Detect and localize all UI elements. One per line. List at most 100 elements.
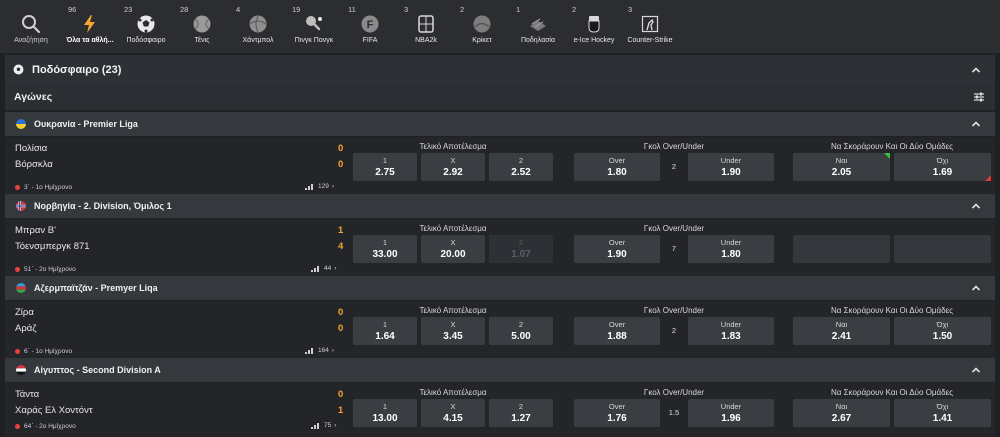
home-score: 0 — [338, 143, 344, 154]
chevron-up-icon[interactable] — [971, 365, 981, 375]
sport-tab-all[interactable]: 96 Όλα τα αθλή... — [62, 0, 118, 53]
sport-tab-tennis[interactable]: 28 Τένις — [174, 0, 230, 53]
odd-button-yes[interactable]: Ναι 2.67 — [793, 399, 890, 427]
away-team[interactable]: Χαράς Ελ Χοντόντ — [15, 405, 93, 416]
sport-count: 96 — [68, 5, 77, 14]
chevron-up-icon[interactable] — [971, 119, 981, 129]
sport-tab-nba2k[interactable]: 3 NBA2k — [398, 0, 454, 53]
odd-button-away[interactable]: 2 5.00 — [489, 317, 553, 345]
odd-key: 2 — [518, 156, 524, 165]
away-team[interactable]: Τόενσμπεργκ 871 — [15, 241, 90, 252]
odd-button-under[interactable]: Under 1.90 — [688, 153, 774, 181]
sport-label: Τένις — [194, 37, 210, 44]
filter-icon[interactable] — [973, 91, 985, 103]
match-row[interactable]: Πολίσια Βόρσκλα 0 0 3΄ - 1ο Ημίχρονο 129… — [5, 137, 995, 195]
away-team[interactable]: Αράζ — [15, 323, 36, 334]
odd-button-away[interactable]: 2 1.27 — [489, 399, 553, 427]
nba2k-icon — [416, 14, 436, 34]
sport-tab-fifa[interactable]: 11 F FIFA — [342, 0, 398, 53]
home-team[interactable]: Ζίρα — [15, 307, 34, 318]
sport-section-header[interactable]: Ποδόσφαιρο (23) — [5, 55, 995, 84]
odd-button-over[interactable]: Over 1.76 — [574, 399, 660, 427]
home-team[interactable]: Πολίσια — [15, 143, 47, 154]
odd-button-over[interactable]: Over 1.88 — [574, 317, 660, 345]
odd-button-home[interactable]: 1 13.00 — [353, 399, 417, 427]
sport-tab-cycling[interactable]: 1 Ποδηλασία — [510, 0, 566, 53]
markets-count: 44 — [324, 265, 332, 272]
league-header[interactable]: Νορβηγία - 2. Division, Όμιλος 1 — [5, 194, 995, 218]
odd-key: Under — [720, 238, 742, 247]
odd-button-no[interactable]: Όχι 1.41 — [894, 399, 991, 427]
odd-key: Over — [608, 238, 626, 247]
odd-key: Over — [608, 156, 626, 165]
match-row[interactable]: Μπραν Β' Τόενσμπεργκ 871 1 4 51΄ - 2ο Ημ… — [5, 219, 995, 277]
ou-line: 1.5 — [668, 408, 680, 417]
league-header[interactable]: Αίγυπτος - Second Division A — [5, 358, 995, 382]
odd-button-home[interactable]: 1 2.75 — [353, 153, 417, 181]
ou-line: 7 — [671, 244, 677, 253]
odd-button-away[interactable]: 2 2.52 — [489, 153, 553, 181]
odd-button-no[interactable]: Όχι 1.69 — [894, 153, 991, 181]
search-button[interactable]: Αναζήτηση — [0, 0, 62, 53]
sport-tab-handball[interactable]: 4 Χάντμπολ — [230, 0, 286, 53]
odd-button-under[interactable]: Under 1.83 — [688, 317, 774, 345]
league-name: Ουκρανία - Premier Liga — [34, 119, 138, 129]
odd-value: 1.07 — [511, 249, 531, 260]
league-header[interactable]: Αζερμπαϊτζάν - Premyer Liqa — [5, 276, 995, 300]
sport-tab-table-tennis[interactable]: 19 Πινγκ Πονγκ — [286, 0, 342, 53]
more-markets-link[interactable]: 129 › — [305, 183, 334, 190]
chevron-up-icon[interactable] — [971, 65, 981, 75]
odd-key: Over — [608, 402, 626, 411]
odd-button-under[interactable]: Under 1.96 — [688, 399, 774, 427]
home-team[interactable]: Μπραν Β' — [15, 225, 56, 236]
odd-button-over[interactable]: Over 1.90 — [574, 235, 660, 263]
chevron-up-icon[interactable] — [971, 201, 981, 211]
markets-count: 75 — [324, 422, 332, 429]
more-markets-link[interactable]: 44 › — [311, 265, 336, 272]
odd-button-no[interactable]: Όχι 1.50 — [894, 317, 991, 345]
home-team[interactable]: Τάντα — [15, 389, 39, 400]
odd-value: 2.92 — [443, 167, 463, 178]
odd-key: Under — [720, 402, 742, 411]
match-row[interactable]: Ζίρα Αράζ 0 0 6΄ - 1ο Ημίχρονο 164 › Τελι… — [5, 301, 995, 359]
chevron-up-icon[interactable] — [971, 283, 981, 293]
sport-label: Κρίκετ — [472, 37, 492, 44]
odd-button-yes[interactable]: Ναι 2.05 — [793, 153, 890, 181]
live-indicator-icon — [15, 185, 20, 190]
match-row[interactable]: Τάντα Χαράς Ελ Χοντόντ 0 1 64΄ - 2ο Ημίχ… — [5, 383, 995, 437]
away-team[interactable]: Βόρσκλα — [15, 159, 53, 170]
sport-label: Πινγκ Πονγκ — [294, 37, 334, 44]
more-markets-link[interactable]: 164 › — [305, 347, 334, 354]
match-time-text: 6΄ - 1ο Ημίχρονο — [24, 348, 73, 355]
sport-tab-ice-hockey[interactable]: 2 e-Ice Hockey — [566, 0, 622, 53]
league-header[interactable]: Ουκρανία - Premier Liga — [5, 112, 995, 136]
odd-button-draw[interactable]: Χ 2.92 — [421, 153, 485, 181]
match-time: 64΄ - 2ο Ημίχρονο — [15, 423, 76, 430]
odd-button-home[interactable]: 1 1.64 — [353, 317, 417, 345]
azerbaijan-flag-icon — [16, 283, 26, 293]
odd-key: Over — [608, 320, 626, 329]
sport-count: 2 — [460, 5, 465, 14]
odd-value: 1.27 — [511, 413, 531, 424]
sport-count: 1 — [516, 5, 521, 14]
odd-button-over[interactable]: Over 1.80 — [574, 153, 660, 181]
svg-text:F: F — [367, 19, 374, 31]
markets-count: 164 — [318, 347, 329, 354]
odd-button-draw[interactable]: Χ 3.45 — [421, 317, 485, 345]
sport-tab-counter-strike[interactable]: 3 Counter-Strike — [622, 0, 678, 53]
tennis-ball-icon — [192, 14, 212, 34]
home-score: 0 — [338, 307, 344, 318]
more-markets-link[interactable]: 75 › — [311, 422, 336, 429]
sport-tab-cricket[interactable]: 2 Κρίκετ — [454, 0, 510, 53]
odd-button-draw[interactable]: Χ 4.15 — [421, 399, 485, 427]
odd-key: Under — [720, 156, 742, 165]
norway-flag-icon — [16, 201, 26, 211]
sport-label: Ποδηλασία — [520, 37, 556, 44]
sport-label: Counter-Strike — [627, 37, 673, 44]
odd-button-yes[interactable]: Ναι 2.41 — [793, 317, 890, 345]
odd-value: 5.00 — [511, 331, 531, 342]
odd-button-under[interactable]: Under 1.80 — [688, 235, 774, 263]
odd-button-home[interactable]: 1 33.00 — [353, 235, 417, 263]
sport-tab-soccer[interactable]: 23 Ποδόσφαιρο — [118, 0, 174, 53]
odd-button-draw[interactable]: Χ 20.00 — [421, 235, 485, 263]
